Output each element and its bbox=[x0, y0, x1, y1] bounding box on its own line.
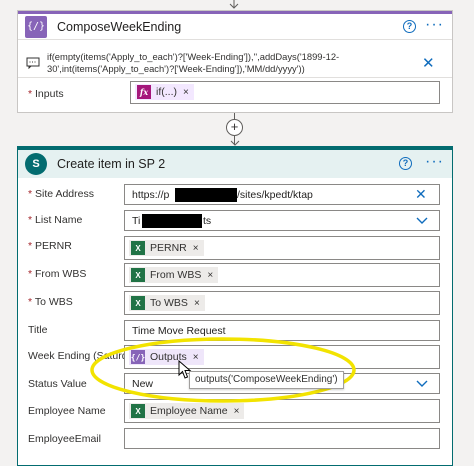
remove-chip-icon[interactable]: × bbox=[207, 270, 213, 281]
remove-chip-icon[interactable]: × bbox=[234, 406, 240, 417]
site-address-prefix: https://p bbox=[132, 189, 170, 201]
inputs-chip[interactable]: fx if(...) × bbox=[135, 84, 194, 100]
employee-name-label: Employee Name bbox=[28, 405, 106, 417]
help-icon[interactable]: ? bbox=[403, 20, 416, 33]
expression-text-line1: if(empty(items('Apply_to_each')?['Week-E… bbox=[47, 51, 340, 62]
pernr-field[interactable]: X PERNR × bbox=[124, 236, 440, 260]
to-wbs-chip[interactable]: X To WBS × bbox=[129, 295, 205, 311]
to-wbs-label: * To WBS bbox=[28, 296, 73, 308]
list-name-prefix: Ti bbox=[132, 215, 141, 227]
fx-icon: fx bbox=[137, 85, 151, 99]
status-value-label: Status Value bbox=[28, 378, 87, 390]
compose-braces-icon: {/} bbox=[25, 15, 47, 38]
list-name-suffix: ts bbox=[203, 215, 212, 227]
pernr-chip[interactable]: X PERNR × bbox=[129, 240, 204, 256]
pernr-label: * PERNR bbox=[28, 240, 72, 252]
from-wbs-chip[interactable]: X From WBS × bbox=[129, 267, 219, 283]
list-name-label: * List Name bbox=[28, 214, 83, 226]
inputs-label: * Inputs bbox=[28, 88, 64, 100]
redaction-bar bbox=[142, 214, 202, 228]
from-wbs-label: * From WBS bbox=[28, 268, 87, 280]
expression-text-line2: 30',int(items('Apply_to_each')?['Week-En… bbox=[47, 63, 305, 74]
create-item-header[interactable]: S Create item in SP 2 ? ··· bbox=[18, 147, 452, 178]
more-options-icon[interactable]: ··· bbox=[425, 17, 444, 33]
highlight-ellipse bbox=[90, 337, 356, 403]
remove-chip-icon[interactable]: × bbox=[194, 298, 200, 309]
chevron-down-icon[interactable] bbox=[416, 217, 428, 225]
excel-icon: X bbox=[131, 241, 145, 255]
employee-email-label: EmployeeEmail bbox=[28, 433, 101, 445]
site-address-field[interactable]: https://p /sites/kpedt/ktap ✕ bbox=[124, 184, 440, 205]
create-item-title: Create item in SP 2 bbox=[57, 157, 166, 171]
plus-icon: + bbox=[230, 119, 239, 134]
remove-chip-icon[interactable]: × bbox=[193, 243, 199, 254]
from-wbs-field[interactable]: X From WBS × bbox=[124, 263, 440, 287]
more-options-icon[interactable]: ··· bbox=[425, 154, 444, 170]
compose-card-header[interactable]: {/} ComposeWeekEnding ? ··· bbox=[18, 11, 452, 40]
expression-tooltip: outputs('ComposeWeekEnding') bbox=[189, 371, 344, 389]
clear-site-address-icon[interactable]: ✕ bbox=[415, 186, 427, 203]
list-name-dropdown[interactable]: Ti ts bbox=[124, 210, 440, 231]
expression-row: if(empty(items('Apply_to_each')?['Week-E… bbox=[18, 48, 452, 78]
help-icon[interactable]: ? bbox=[399, 157, 412, 170]
inputs-field[interactable]: fx if(...) × bbox=[130, 81, 440, 104]
add-step-button[interactable]: + bbox=[226, 119, 243, 136]
site-address-label: * Site Address bbox=[28, 188, 94, 200]
to-wbs-field[interactable]: X To WBS × bbox=[124, 291, 440, 315]
employee-name-chip-label: Employee Name bbox=[150, 405, 228, 417]
remove-chip-icon[interactable]: × bbox=[183, 87, 189, 98]
inputs-chip-label: if(...) bbox=[156, 86, 177, 98]
excel-icon: X bbox=[131, 404, 145, 418]
comment-icon bbox=[26, 57, 40, 69]
compose-week-ending-card: {/} ComposeWeekEnding ? ··· if(empty(ite… bbox=[17, 10, 453, 113]
employee-email-field[interactable] bbox=[124, 428, 440, 449]
sharepoint-icon: S bbox=[25, 153, 47, 175]
chevron-down-icon[interactable] bbox=[416, 380, 428, 388]
pernr-chip-label: PERNR bbox=[150, 242, 187, 254]
to-wbs-chip-label: To WBS bbox=[150, 297, 188, 309]
excel-icon: X bbox=[131, 296, 145, 310]
cursor-icon bbox=[178, 360, 192, 379]
compose-card-title: ComposeWeekEnding bbox=[57, 19, 182, 34]
site-address-suffix: /sites/kpedt/ktap bbox=[237, 189, 313, 201]
title-label: Title bbox=[28, 324, 48, 336]
close-expression-icon[interactable]: ✕ bbox=[422, 54, 435, 72]
from-wbs-chip-label: From WBS bbox=[150, 269, 202, 281]
excel-icon: X bbox=[131, 268, 145, 282]
redaction-bar bbox=[175, 188, 237, 202]
tooltip-text: outputs('ComposeWeekEnding') bbox=[195, 374, 338, 385]
